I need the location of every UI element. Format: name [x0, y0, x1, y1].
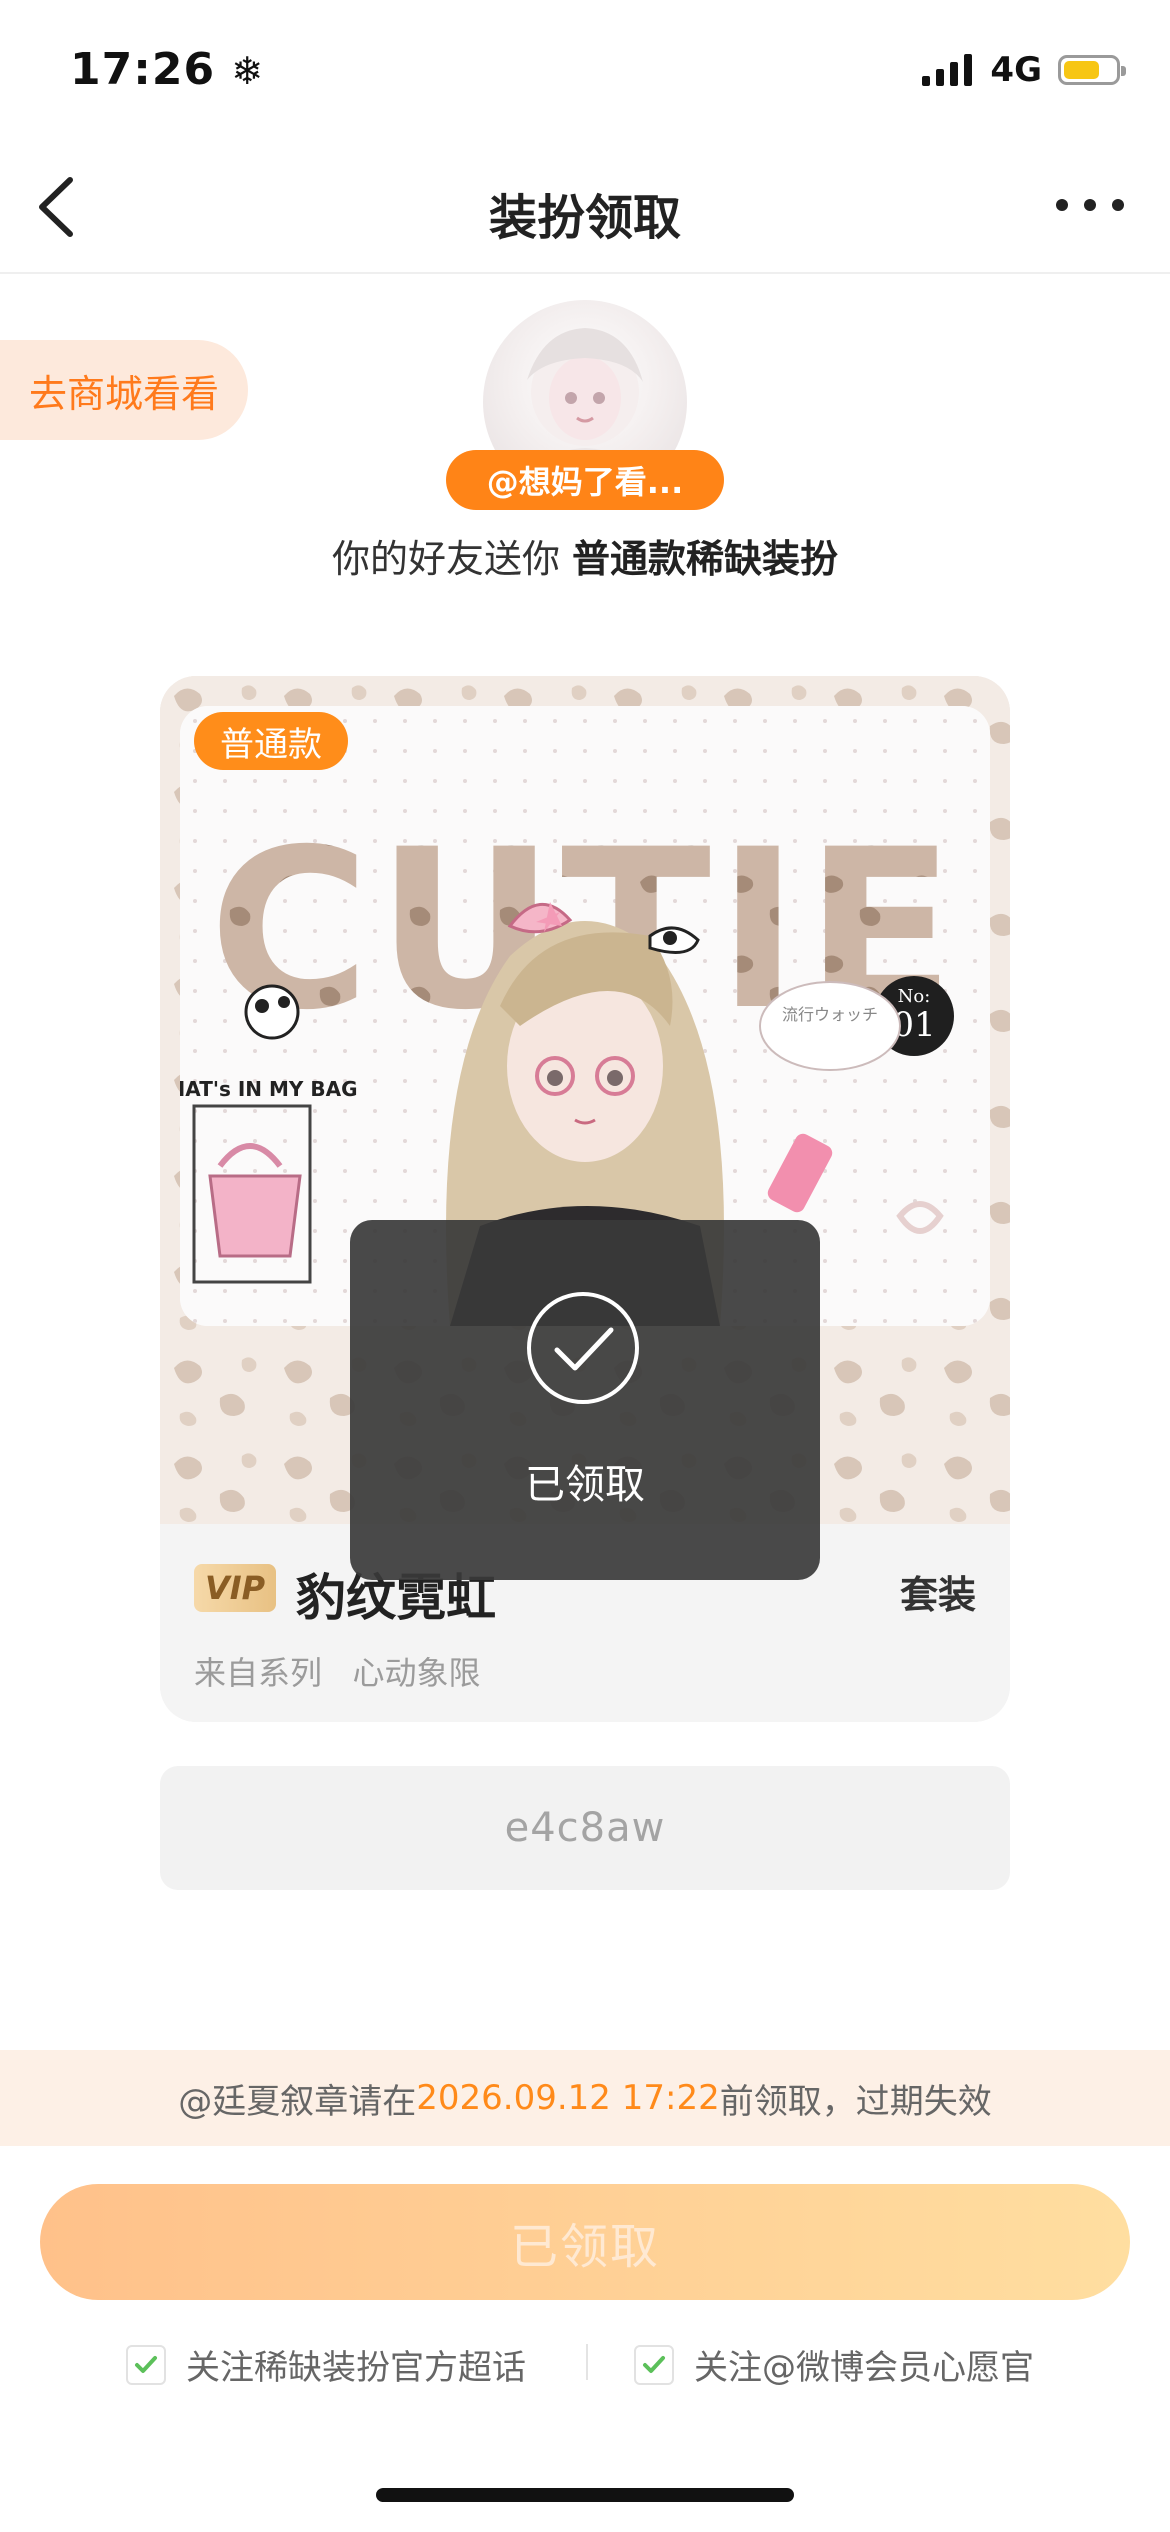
deadline-suffix: 前领取，过期失效	[719, 2081, 992, 2122]
deadline-notice: @廷夏叙章请在 2026.09.12 17:22 前领取，过期失效	[0, 2050, 1170, 2146]
follow-account-option[interactable]: 关注@微博会员心愿官	[634, 2340, 1034, 2389]
deadline-date: 2026.09.12 17:22	[416, 2078, 720, 2118]
gift-item: 普通款稀缺装扮	[572, 537, 839, 581]
snowflake-icon: ❄	[231, 49, 265, 93]
page-title: 装扮领取	[488, 190, 681, 246]
gift-message: 你的好友送你 普通款稀缺装扮	[0, 528, 1170, 583]
network-type: 4G	[990, 50, 1042, 90]
follow-topic-option[interactable]: 关注稀缺装扮官方超话	[126, 2340, 526, 2389]
battery-icon	[1058, 55, 1126, 85]
gift-prefix: 你的好友送你	[331, 537, 560, 581]
follow-topic-label: 关注稀缺装扮官方超话	[186, 2348, 526, 2388]
status-time: 17:26 ❄	[70, 44, 265, 95]
watch-label: 流行ウォッチ	[782, 1005, 878, 1024]
vip-badge: VIP	[194, 1564, 276, 1612]
check-circle-icon	[527, 1292, 639, 1404]
go-shop-button[interactable]: 去商城看看	[0, 340, 248, 440]
success-toast: 已领取	[350, 1220, 820, 1580]
signal-icon	[922, 54, 973, 86]
toast-text: 已领取	[525, 1462, 645, 1508]
tier-badge: 普通款	[194, 712, 348, 770]
bag-label: WHAT's IN MY BAG	[180, 1077, 358, 1101]
option-separator	[586, 2344, 588, 2380]
number-label: No:	[898, 986, 931, 1007]
claim-button[interactable]: 已领取	[40, 2184, 1130, 2300]
nav-divider	[0, 272, 1170, 274]
checkbox-checked-icon[interactable]	[126, 2344, 166, 2385]
home-indicator[interactable]	[376, 2488, 794, 2502]
sender-username[interactable]: @想妈了看...	[446, 450, 724, 510]
suit-tag[interactable]: 套装	[893, 1564, 983, 1623]
deadline-prefix: @廷夏叙章请在	[178, 2081, 417, 2122]
status-indicators: 4G	[922, 50, 1126, 90]
gift-code[interactable]: e4c8aw	[160, 1766, 1010, 1890]
more-icon[interactable]	[1050, 190, 1130, 220]
checkbox-checked-icon[interactable]	[634, 2344, 674, 2385]
follow-account-label: 关注@微博会员心愿官	[694, 2348, 1034, 2388]
series-label: 来自系列 心动象限	[194, 1654, 481, 1692]
